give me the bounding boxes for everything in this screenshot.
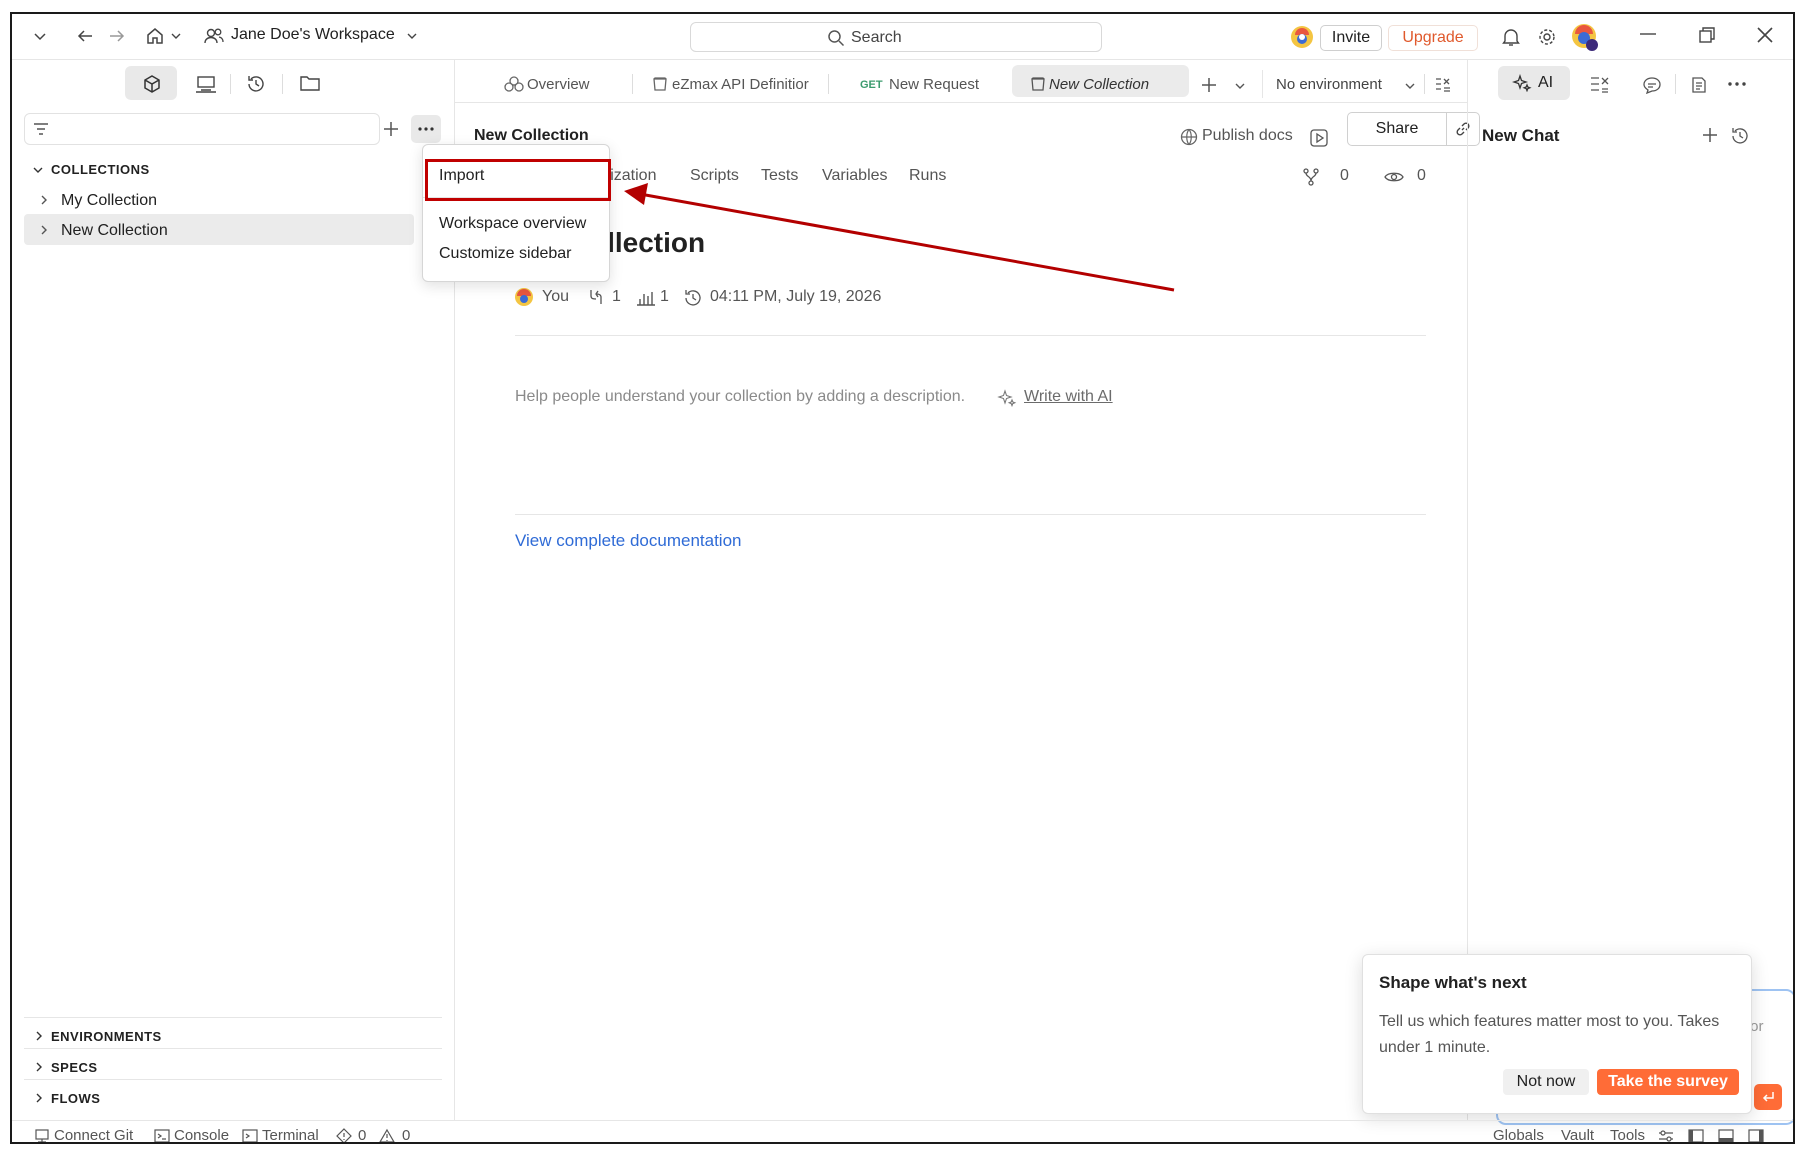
annotation-arrow (624, 183, 1175, 292)
app-window: Jane Doe's Workspace Search Invite Upgra… (10, 12, 1795, 1144)
